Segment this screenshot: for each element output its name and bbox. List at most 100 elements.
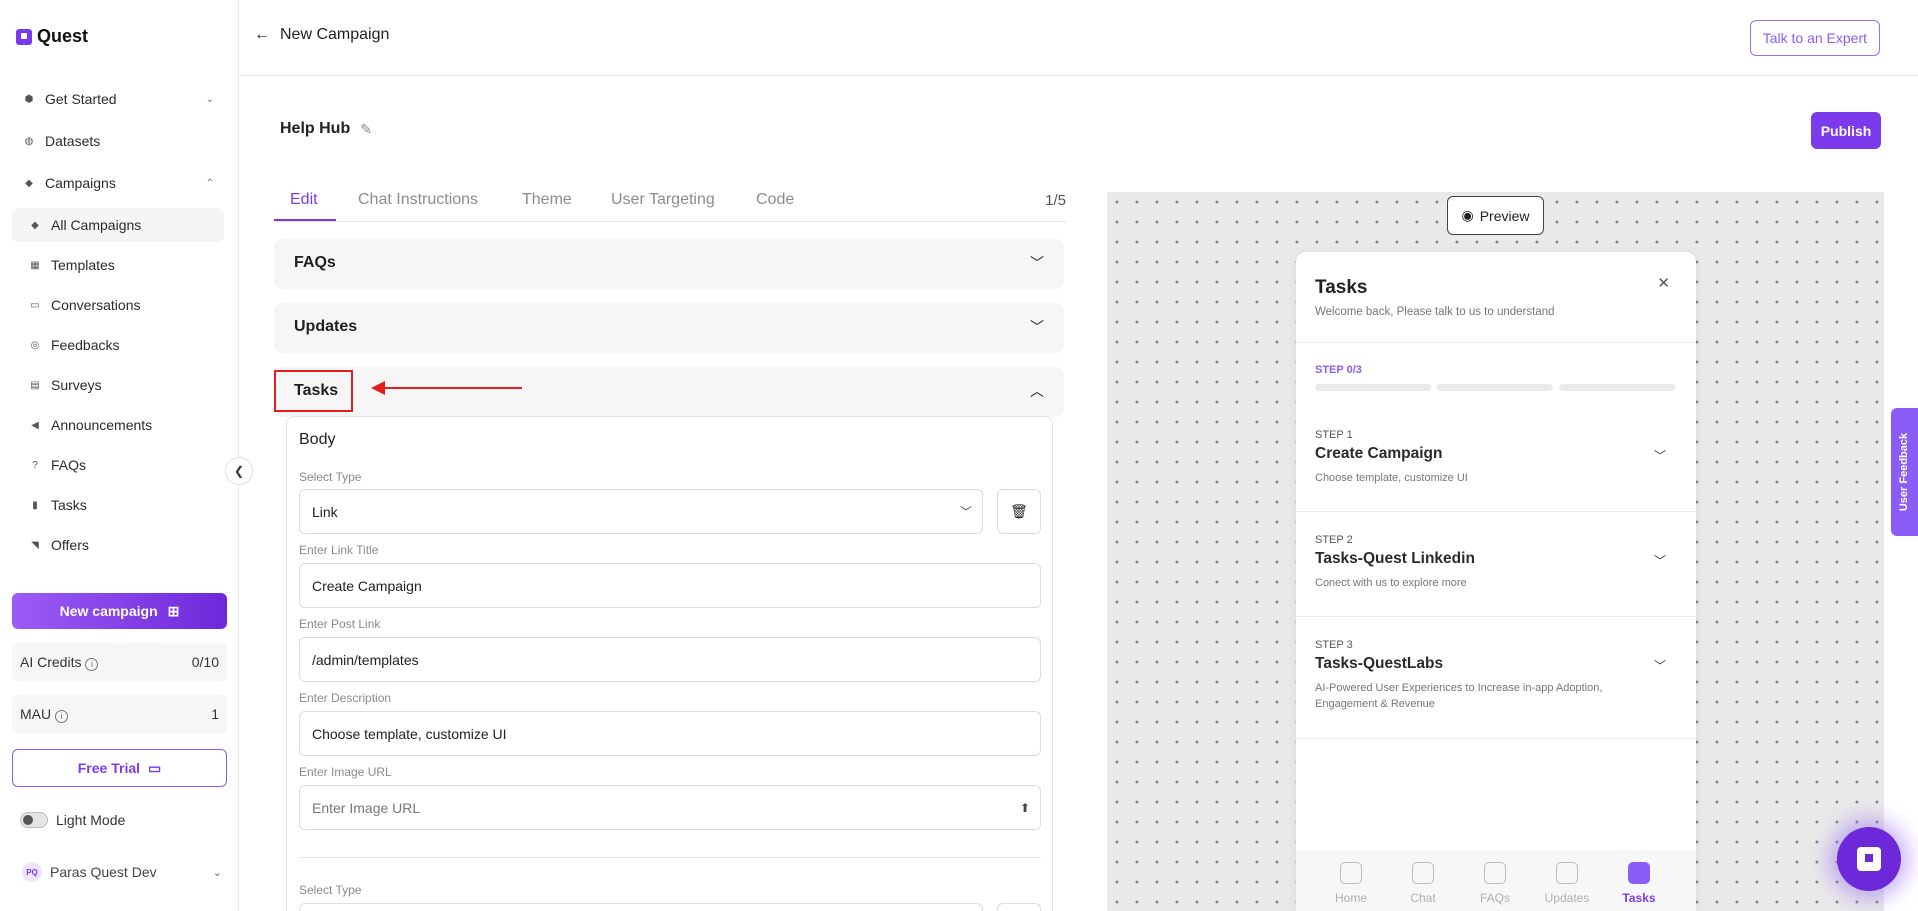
sidebar-item-get-started[interactable]: ⬢ Get Started ⌄ bbox=[12, 82, 224, 116]
divider bbox=[1296, 342, 1696, 343]
nav-label: Tasks bbox=[1622, 891, 1656, 905]
pencil-icon[interactable]: ✎ bbox=[360, 121, 372, 138]
nav-tasks[interactable]: Tasks bbox=[1609, 862, 1669, 905]
user-feedback-tab[interactable]: User Feedback bbox=[1891, 408, 1918, 536]
collapse-sidebar-button[interactable]: ❮ bbox=[225, 457, 253, 485]
close-icon[interactable]: ✕ bbox=[1657, 274, 1670, 292]
page-title: New Campaign bbox=[280, 26, 390, 43]
sidebar-item-surveys[interactable]: ▤ Surveys bbox=[12, 368, 224, 402]
tab-code[interactable]: Code bbox=[756, 191, 794, 209]
select-type-label: Select Type bbox=[299, 883, 362, 897]
free-trial-button[interactable]: Free Trial ▭ bbox=[12, 749, 227, 787]
link-title-input[interactable]: Create Campaign bbox=[299, 563, 1041, 608]
sidebar-item-templates[interactable]: ▦ Templates bbox=[12, 248, 224, 282]
sidebar-item-label: All Campaigns bbox=[51, 217, 142, 233]
sidebar-item-label: Templates bbox=[51, 257, 115, 273]
ai-credits-row: AI Credits i 0/10 bbox=[12, 643, 227, 681]
chat-icon: ▭ bbox=[30, 299, 40, 311]
delete-button[interactable]: 🗑 bbox=[997, 489, 1041, 534]
tab-theme[interactable]: Theme bbox=[522, 191, 572, 209]
info-icon[interactable]: i bbox=[55, 709, 69, 723]
nav-updates[interactable]: Updates bbox=[1537, 862, 1597, 905]
megaphone-icon: ◀ bbox=[31, 419, 39, 431]
back-button[interactable]: ← New Campaign bbox=[254, 26, 389, 44]
preview-button[interactable]: ◉ Preview bbox=[1447, 196, 1544, 235]
user-feedback-label: User Feedback bbox=[1898, 432, 1911, 512]
faqs-accordion[interactable]: FAQs ﹀ bbox=[274, 239, 1064, 289]
tab-chat-instructions[interactable]: Chat Instructions bbox=[358, 191, 478, 209]
step-description: Choose template, customize UI bbox=[1315, 472, 1468, 484]
sidebar-item-faqs[interactable]: ? FAQs bbox=[12, 448, 224, 482]
sidebar-item-label: Conversations bbox=[51, 297, 141, 313]
quest-launcher-button[interactable] bbox=[1837, 827, 1901, 891]
eye-icon: ◉ bbox=[1461, 207, 1474, 223]
new-campaign-button[interactable]: New campaign ⊞ bbox=[12, 593, 227, 629]
progress-segment bbox=[1559, 384, 1675, 391]
divider bbox=[1296, 738, 1696, 739]
sidebar-item-offers[interactable]: ◥ Offers bbox=[12, 528, 224, 562]
quest-logo-icon bbox=[16, 28, 32, 45]
chevron-down-icon: ﹀ bbox=[959, 505, 972, 519]
select-type-label: Select Type bbox=[299, 470, 362, 484]
image-url-input[interactable]: Enter Image URL ⬆ bbox=[299, 785, 1041, 830]
trash-icon: 🗑 bbox=[1010, 503, 1028, 519]
image-url-placeholder: Enter Image URL bbox=[312, 799, 421, 816]
tab-edit[interactable]: Edit bbox=[290, 191, 318, 209]
description-input[interactable]: Choose template, customize UI bbox=[299, 711, 1041, 756]
chevron-down-icon: ﹀ bbox=[1653, 554, 1666, 568]
chevron-up-icon: ⌃ bbox=[205, 177, 214, 189]
publish-button[interactable]: Publish bbox=[1811, 112, 1881, 149]
active-tab-indicator bbox=[274, 219, 336, 221]
grid-icon: ▦ bbox=[30, 259, 40, 271]
light-mode-toggle[interactable] bbox=[20, 812, 48, 828]
layers-icon: ◆ bbox=[25, 177, 33, 189]
chevron-down-icon: ﹀ bbox=[1653, 659, 1666, 673]
post-link-value: /admin/templates bbox=[312, 651, 419, 668]
step-title: Tasks-QuestLabs bbox=[1315, 655, 1444, 672]
talk-to-expert-button[interactable]: Talk to an Expert bbox=[1749, 20, 1880, 56]
user-name: Paras Quest Dev bbox=[50, 864, 157, 880]
question-icon: ? bbox=[32, 459, 38, 471]
top-bar: ← New Campaign Talk to an Expert bbox=[240, 0, 1918, 76]
nav-faqs[interactable]: FAQs bbox=[1465, 862, 1525, 905]
divider bbox=[1296, 616, 1696, 617]
mau-label: MAU bbox=[20, 705, 52, 722]
sidebar-item-announcements[interactable]: ◀ Announcements bbox=[12, 408, 224, 442]
arrow-left-icon: ← bbox=[254, 26, 270, 43]
sidebar-item-campaigns[interactable]: ◆ Campaigns ⌃ bbox=[12, 166, 224, 200]
sidebar-item-all-campaigns[interactable]: ◆ All Campaigns bbox=[12, 208, 224, 242]
delete-button[interactable] bbox=[997, 903, 1041, 911]
widget-bottom-nav: Home Chat FAQs Updates Tasks bbox=[1296, 850, 1696, 911]
upload-icon[interactable]: ⬆ bbox=[1020, 801, 1030, 815]
campaign-name: Help Hub ✎ bbox=[280, 120, 372, 138]
tab-user-targeting[interactable]: User Targeting bbox=[611, 191, 715, 209]
mau-row: MAU i 1 bbox=[12, 695, 227, 733]
add-square-icon: ⊞ bbox=[167, 602, 180, 619]
tasks-accordion[interactable]: Tasks ︿ bbox=[274, 367, 1064, 417]
annotation-arrow bbox=[374, 387, 522, 389]
select-type-value: Link bbox=[312, 503, 338, 520]
post-link-label: Enter Post Link bbox=[299, 617, 381, 631]
link-title-label: Enter Link Title bbox=[299, 543, 379, 557]
sidebar-item-datasets[interactable]: ◍ Datasets bbox=[12, 124, 224, 158]
ai-credits-value: 0/10 bbox=[191, 654, 219, 670]
progress-segment bbox=[1315, 384, 1431, 391]
quest-logo[interactable]: Quest bbox=[16, 26, 88, 47]
sidebar-item-label: Datasets bbox=[45, 133, 101, 149]
select-type-dropdown[interactable] bbox=[299, 903, 983, 911]
chevron-down-icon: ⌄ bbox=[212, 866, 222, 879]
nav-chat[interactable]: Chat bbox=[1393, 862, 1453, 905]
chevron-down-icon: ﹀ bbox=[1030, 319, 1044, 335]
user-menu[interactable]: PQ Paras Quest Dev ⌄ bbox=[22, 862, 222, 882]
sidebar-item-conversations[interactable]: ▭ Conversations bbox=[12, 288, 224, 322]
nav-home[interactable]: Home bbox=[1321, 862, 1381, 905]
new-campaign-label: New campaign bbox=[59, 603, 158, 619]
updates-accordion[interactable]: Updates ﹀ bbox=[274, 303, 1064, 353]
quest-logo-icon bbox=[1857, 847, 1881, 871]
preview-label: Preview bbox=[1479, 207, 1530, 224]
post-link-input[interactable]: /admin/templates bbox=[299, 637, 1041, 682]
sidebar-item-tasks[interactable]: ▮ Tasks bbox=[12, 488, 224, 522]
sidebar-item-feedbacks[interactable]: ◎ Feedbacks bbox=[12, 328, 224, 362]
select-type-dropdown[interactable]: Link ﹀ bbox=[299, 489, 983, 534]
info-icon[interactable]: i bbox=[85, 657, 99, 671]
